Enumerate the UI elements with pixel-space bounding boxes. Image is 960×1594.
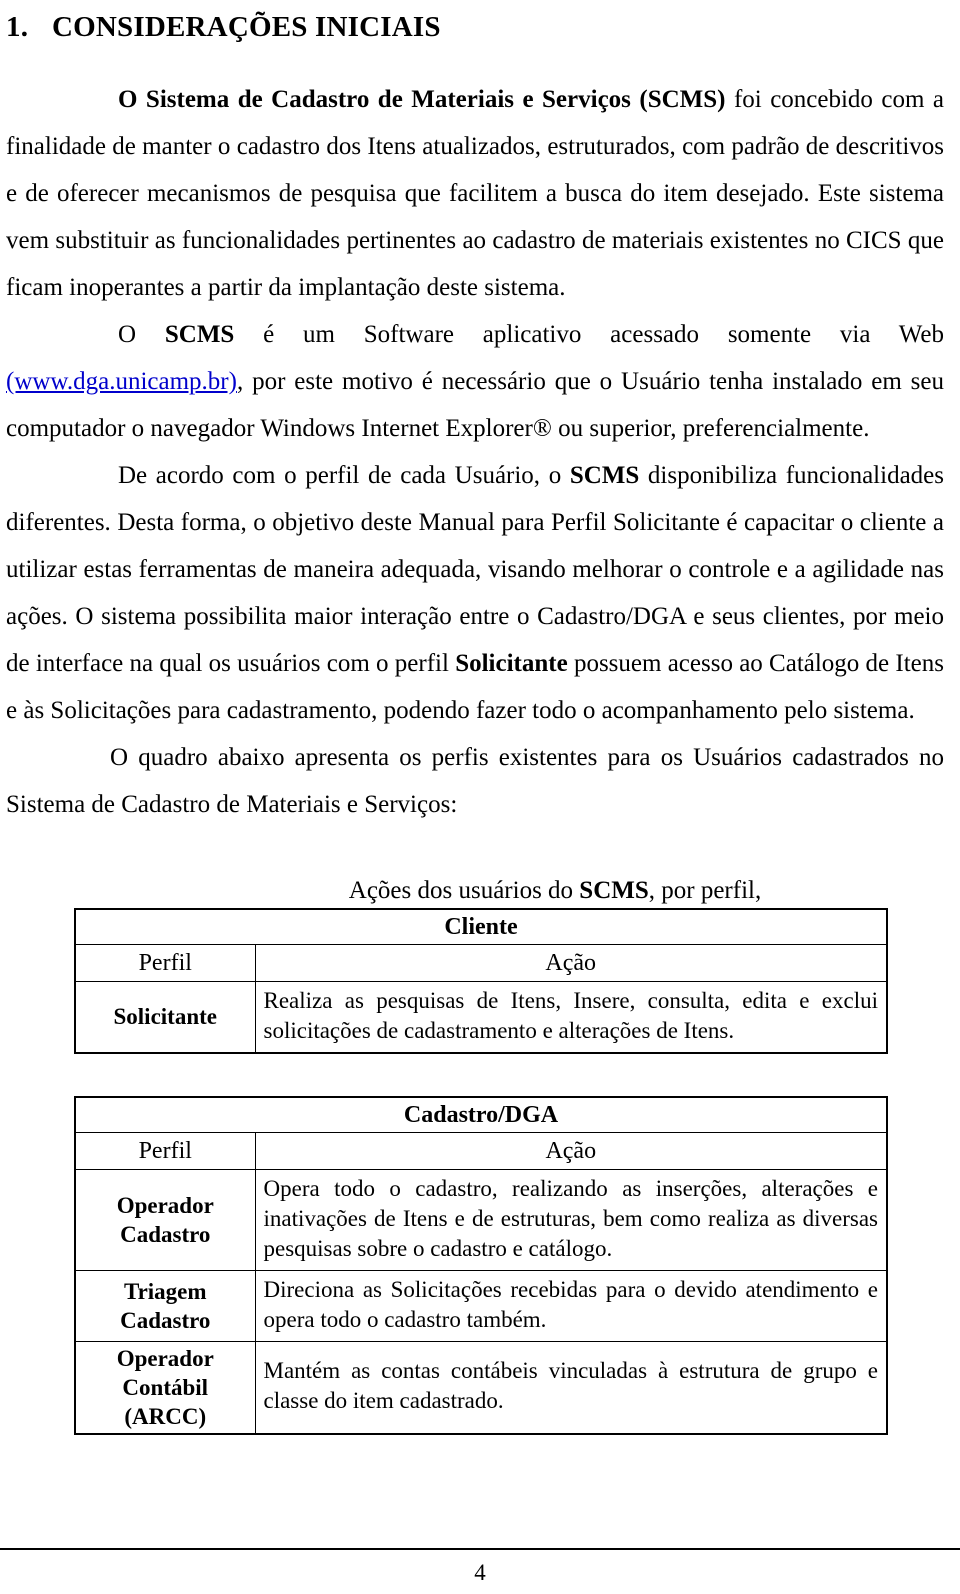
profile-line: Cadastro (120, 1307, 211, 1333)
column-header-perfil: Perfil (74, 1131, 256, 1170)
table-row: Operador Cadastro Opera todo o cadastro, … (74, 1168, 888, 1271)
paragraph-4-text: O quadro abaixo apresenta os perfis exis… (6, 743, 944, 818)
footer-divider (0, 1548, 960, 1550)
table-column-header-row: Perfil Ação (74, 943, 888, 982)
action-solicitante: Realiza as pesquisas de Itens, Insere, c… (254, 980, 888, 1054)
paragraph-1-text: foi concebido com a finalidade de manter… (6, 85, 944, 301)
column-header-acao: Ação (254, 943, 888, 982)
paragraph-4: O quadro abaixo apresenta os perfis exis… (6, 734, 944, 828)
profile-line: Contábil (122, 1374, 209, 1400)
group-header-cliente: Cliente (74, 908, 888, 945)
page-number: 4 (474, 1560, 486, 1585)
paragraph-2-mid: é um Software aplicativo acessado soment… (234, 320, 944, 348)
caption-suffix: , por perfil, (648, 876, 762, 904)
paragraph-3-mid: disponibiliza funcionalidades diferentes… (6, 461, 944, 677)
table-gap (6, 1054, 944, 1096)
heading-text: CONSIDERAÇÕES INICIAIS (52, 11, 441, 43)
document-page: 1. CONSIDERAÇÕES INICIAIS O Sistema de Ca… (0, 4, 960, 1594)
paragraph-3: De acordo com o perfil de cada Usuário, … (6, 452, 944, 734)
action-triagem-cadastro: Direciona as Solicitações recebidas para… (254, 1269, 888, 1342)
profile-line: Operador (116, 1192, 214, 1218)
table-group-header-row: Cadastro/DGA (74, 1096, 888, 1133)
profile-line: Operador (116, 1345, 214, 1371)
page-title: 1. CONSIDERAÇÕES INICIAIS (6, 4, 944, 44)
table-row: Operador Contábil (ARCC) Mantém as contas … (74, 1340, 888, 1435)
profiles-table-cadastro-dga: Cadastro/DGA Perfil Ação Operador Cadastr… (74, 1095, 889, 1435)
table-group-header-row: Cliente (74, 908, 888, 945)
spacer-before-tables (6, 828, 944, 874)
table-column-header-row: Perfil Ação (74, 1131, 888, 1170)
table-row: Triagem Cadastro Direciona as Solicitaçõe… (74, 1269, 888, 1342)
action-operador-cadastro: Opera todo o cadastro, realizando as ins… (254, 1168, 888, 1271)
profiles-table-cliente: Cliente Perfil Ação Solicitante Realiza … (74, 907, 888, 1054)
table-row: Solicitante Realiza as pesquisas de Iten… (74, 980, 888, 1054)
heading-number: 1. (6, 11, 29, 43)
paragraph-1-bold-lead: O Sistema de Cadastro de Materiais e Ser… (118, 85, 726, 113)
paragraph-2: O SCMS é um Software aplicativo acessado… (6, 311, 944, 452)
table-caption: Ações dos usuários do SCMS, por perfil, (6, 874, 944, 908)
paragraph-2-acronym: SCMS (164, 320, 235, 348)
paragraph-3-lead: De acordo com o perfil de cada Usuário, … (118, 461, 570, 489)
profiles-table-cadastro-dga-wrapper: Cadastro/DGA Perfil Ação Operador Cadastr… (74, 1095, 889, 1435)
column-header-perfil: Perfil (74, 943, 256, 982)
group-header-cadastro-dga: Cadastro/DGA (74, 1096, 888, 1133)
caption-acronym: SCMS (579, 876, 649, 904)
profile-line: Cadastro (120, 1221, 211, 1247)
body-text: O Sistema de Cadastro de Materiais e Ser… (6, 76, 944, 828)
profiles-table-cliente-wrapper: Cliente Perfil Ação Solicitante Realiza … (74, 907, 888, 1054)
profile-line: Triagem (123, 1278, 207, 1304)
paragraph-3-term: Solicitante (455, 649, 568, 677)
profile-triagem-cadastro: Triagem Cadastro (74, 1269, 256, 1342)
profile-solicitante: Solicitante (74, 980, 256, 1054)
paragraph-2-lead: O (118, 320, 165, 348)
column-header-acao: Ação (254, 1131, 888, 1170)
scms-website-link[interactable]: (www.dga.unicamp.br) (6, 368, 237, 395)
profile-operador-contabil: Operador Contábil (ARCC) (74, 1340, 256, 1435)
profile-line: (ARCC) (124, 1403, 207, 1429)
caption-prefix: Ações dos usuários do (348, 876, 580, 904)
paragraph-1: O Sistema de Cadastro de Materiais e Ser… (6, 76, 944, 311)
action-operador-contabil: Mantém as contas contábeis vinculadas à … (254, 1340, 888, 1435)
page-footer: 4 (0, 1548, 960, 1586)
profile-operador-cadastro: Operador Cadastro (74, 1168, 256, 1271)
paragraph-3-acronym: SCMS (569, 461, 640, 489)
